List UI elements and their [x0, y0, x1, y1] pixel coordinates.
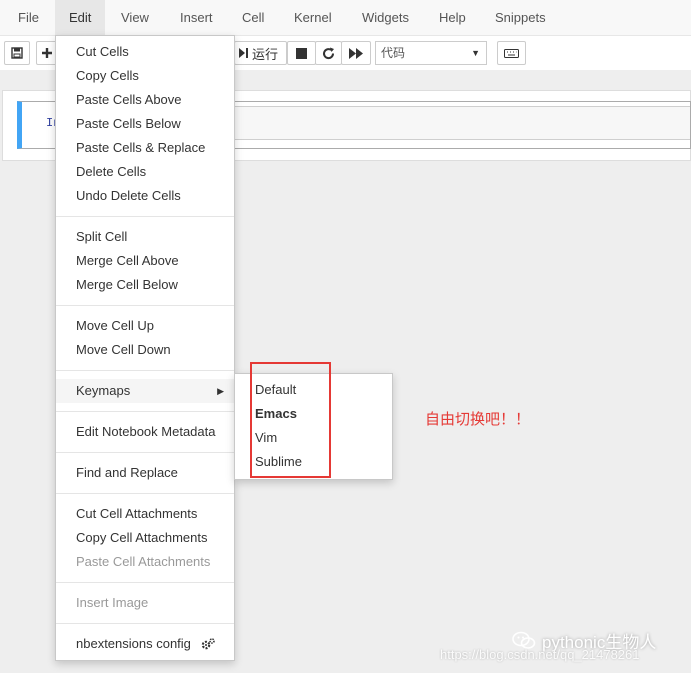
- menu-item-paste-cells-below[interactable]: Paste Cells Below: [56, 112, 234, 136]
- stop-icon: [296, 47, 307, 59]
- menu-item-copy-cells[interactable]: Copy Cells: [56, 64, 234, 88]
- menu-item-merge-cell-above[interactable]: Merge Cell Above: [56, 249, 234, 273]
- menu-item-split-cell[interactable]: Split Cell: [56, 225, 234, 249]
- menu-divider: [56, 411, 234, 412]
- caret-right-icon: ▶: [217, 386, 224, 396]
- plus-icon: [42, 48, 52, 58]
- menu-file[interactable]: File: [4, 0, 53, 36]
- menu-divider: [56, 493, 234, 494]
- menu-divider: [56, 216, 234, 217]
- run-button[interactable]: 运行: [234, 41, 287, 65]
- menu-divider: [56, 452, 234, 453]
- restart-button[interactable]: [315, 41, 342, 65]
- menu-snippets[interactable]: Snippets: [481, 0, 560, 36]
- menu-divider: [56, 623, 234, 624]
- fast-forward-icon: [348, 47, 363, 59]
- menubar: File Edit View Insert Cell Kernel Widget…: [0, 0, 691, 36]
- menu-item-cut-cells[interactable]: Cut Cells: [56, 40, 234, 64]
- menu-edit[interactable]: Edit: [55, 0, 106, 36]
- cell-type-select[interactable]: 代码 ▼: [375, 41, 487, 65]
- save-button[interactable]: [4, 41, 30, 65]
- edit-menu-dropdown: Cut Cells Copy Cells Paste Cells Above P…: [55, 35, 235, 661]
- menu-item-merge-cell-below[interactable]: Merge Cell Below: [56, 273, 234, 297]
- menu-help[interactable]: Help: [425, 0, 480, 36]
- menu-item-move-cell-down[interactable]: Move Cell Down: [56, 338, 234, 362]
- menu-insert[interactable]: Insert: [166, 0, 227, 36]
- gears-icon: [201, 638, 215, 650]
- refresh-icon: [323, 47, 335, 59]
- command-palette-button[interactable]: [497, 41, 526, 65]
- menu-item-cut-cell-attachments[interactable]: Cut Cell Attachments: [56, 502, 234, 526]
- menu-divider: [56, 370, 234, 371]
- menu-kernel[interactable]: Kernel: [280, 0, 346, 36]
- menu-item-find-and-replace[interactable]: Find and Replace: [56, 461, 234, 485]
- menu-widgets[interactable]: Widgets: [348, 0, 423, 36]
- interrupt-button[interactable]: [287, 41, 316, 65]
- keymaps-label: Keymaps: [76, 383, 131, 398]
- menu-item-delete-cells[interactable]: Delete Cells: [56, 160, 234, 184]
- menu-item-keymaps[interactable]: Keymaps ▶: [56, 379, 234, 403]
- annotation-text: 自由切换吧！！: [425, 411, 531, 428]
- step-forward-icon: [239, 48, 248, 58]
- menu-item-copy-cell-attachments[interactable]: Copy Cell Attachments: [56, 526, 234, 550]
- menu-divider: [56, 305, 234, 306]
- menu-item-insert-image: Insert Image: [76, 595, 149, 610]
- menu-item-nbextensions-config[interactable]: nbextensions config: [56, 632, 234, 656]
- cell-type-value: 代码: [381, 46, 406, 60]
- menu-item-move-cell-up[interactable]: Move Cell Up: [56, 314, 234, 338]
- menu-item-paste-cell-attachments: Paste Cell Attachments: [76, 554, 211, 569]
- restart-run-all-button[interactable]: [341, 41, 371, 65]
- menu-cell[interactable]: Cell: [228, 0, 278, 36]
- menu-divider: [56, 582, 234, 583]
- highlight-box: [250, 362, 331, 478]
- watermark-url: https://blog.csdn.net/qq_21478261: [440, 647, 640, 662]
- menu-item-undo-delete-cells[interactable]: Undo Delete Cells: [56, 184, 234, 208]
- caret-down-icon: ▼: [471, 48, 480, 58]
- menu-view[interactable]: View: [107, 0, 163, 36]
- run-label: 运行: [252, 46, 279, 62]
- keyboard-icon: [504, 48, 519, 58]
- nbextensions-label: nbextensions config: [76, 636, 191, 651]
- menu-item-edit-notebook-metadata[interactable]: Edit Notebook Metadata: [56, 420, 234, 444]
- save-icon: [11, 47, 23, 59]
- menu-item-paste-cells-above[interactable]: Paste Cells Above: [56, 88, 234, 112]
- menu-item-paste-cells-replace[interactable]: Paste Cells & Replace: [56, 136, 234, 160]
